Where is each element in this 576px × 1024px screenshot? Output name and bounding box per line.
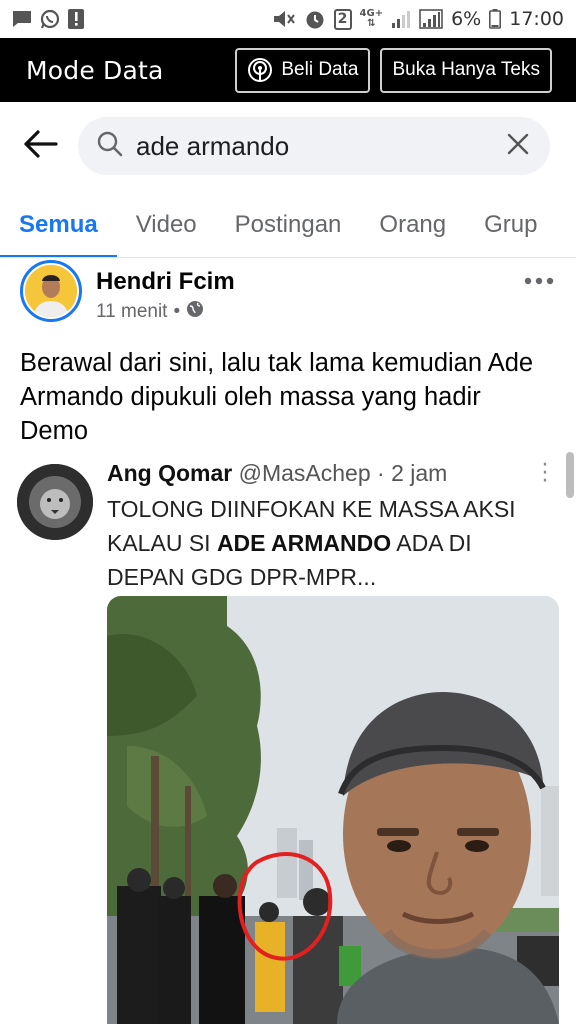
search-box[interactable] [78, 117, 550, 175]
clock: 17:00 [509, 8, 564, 30]
photo-scene [107, 596, 559, 1024]
tab-grup[interactable]: Grup [465, 211, 556, 257]
tweet-separator: · [377, 460, 385, 486]
search-tabs: Semua Video Postingan Orang Grup [0, 190, 576, 258]
close-icon[interactable] [506, 132, 530, 160]
meta-separator: • [173, 301, 181, 322]
broadcast-icon [247, 57, 273, 83]
text-only-button[interactable]: Buka Hanya Teks [380, 47, 552, 93]
signal-icon-2 [419, 9, 443, 29]
battery-percent: 6% [451, 8, 482, 30]
search-input[interactable] [136, 130, 506, 162]
person-icon [25, 265, 77, 317]
search-row [0, 102, 576, 190]
buy-data-button[interactable]: Beli Data [235, 47, 371, 93]
whatsapp-icon [40, 9, 60, 29]
back-button[interactable] [18, 124, 62, 168]
tweet-text: TOLONG DIINFOKAN KE MASSA AKSI KALAU SI … [107, 496, 516, 590]
tweet-author-name: Ang Qomar [107, 460, 233, 486]
signal-icon [391, 10, 411, 28]
post-time[interactable]: 11 menit [96, 301, 167, 323]
tweet-header: Ang Qomar @MasAchep · 2 jam [107, 460, 447, 487]
sim-badge-icon: 2 [333, 8, 352, 30]
status-left [12, 9, 84, 29]
tab-semua[interactable]: Semua [0, 211, 117, 257]
avatar[interactable] [20, 260, 82, 322]
battery-icon [489, 9, 502, 29]
sim-badge-label: 2 [337, 11, 348, 27]
tab-orang[interactable]: Orang [360, 211, 465, 257]
tweet-handle: @MasAchep [238, 460, 371, 486]
lion-icon [17, 464, 93, 540]
tab-video[interactable]: Video [117, 211, 216, 257]
post-text: Berawal dari sini, lalu tak lama kemudia… [20, 349, 534, 445]
tweet-photo [107, 596, 559, 1024]
network-type: 4G+ ⇅ [359, 8, 384, 29]
scrollbar[interactable] [566, 452, 574, 498]
mute-icon [272, 9, 296, 29]
post-meta: 11 menit • [96, 300, 235, 324]
kebab-icon: · · · [541, 453, 549, 494]
arrow-left-icon [22, 129, 58, 163]
tweet-time: 2 jam [391, 460, 448, 486]
status-right: 2 4G+ ⇅ 6% 17:00 [272, 8, 564, 30]
globe-icon [186, 300, 204, 324]
magnifier-icon [96, 130, 124, 162]
post-image[interactable]: Ang Qomar @MasAchep · 2 jam · · · TOLONG D… [0, 452, 576, 1024]
alarm-icon [304, 8, 326, 30]
more-options-button[interactable] [524, 260, 554, 293]
status-bar: 2 4G+ ⇅ 6% 17:00 [0, 0, 576, 38]
message-icon [12, 10, 32, 28]
author-name[interactable]: Hendri Fcim [96, 268, 235, 296]
mode-data-bar: Mode Data Beli Data Buka Hanya Teks [0, 38, 576, 102]
buy-data-label: Beli Data [281, 59, 359, 80]
ellipsis-icon [524, 277, 554, 285]
post-author-block: Hendri Fcim 11 menit • [96, 260, 235, 324]
mode-data-title: Mode Data [26, 55, 164, 85]
text-only-label: Buka Hanya Teks [392, 59, 540, 80]
post-header: Hendri Fcim 11 menit • [0, 258, 576, 332]
tweet-avatar [17, 464, 93, 540]
alert-icon [68, 9, 84, 29]
tab-postingan[interactable]: Postingan [216, 211, 361, 257]
